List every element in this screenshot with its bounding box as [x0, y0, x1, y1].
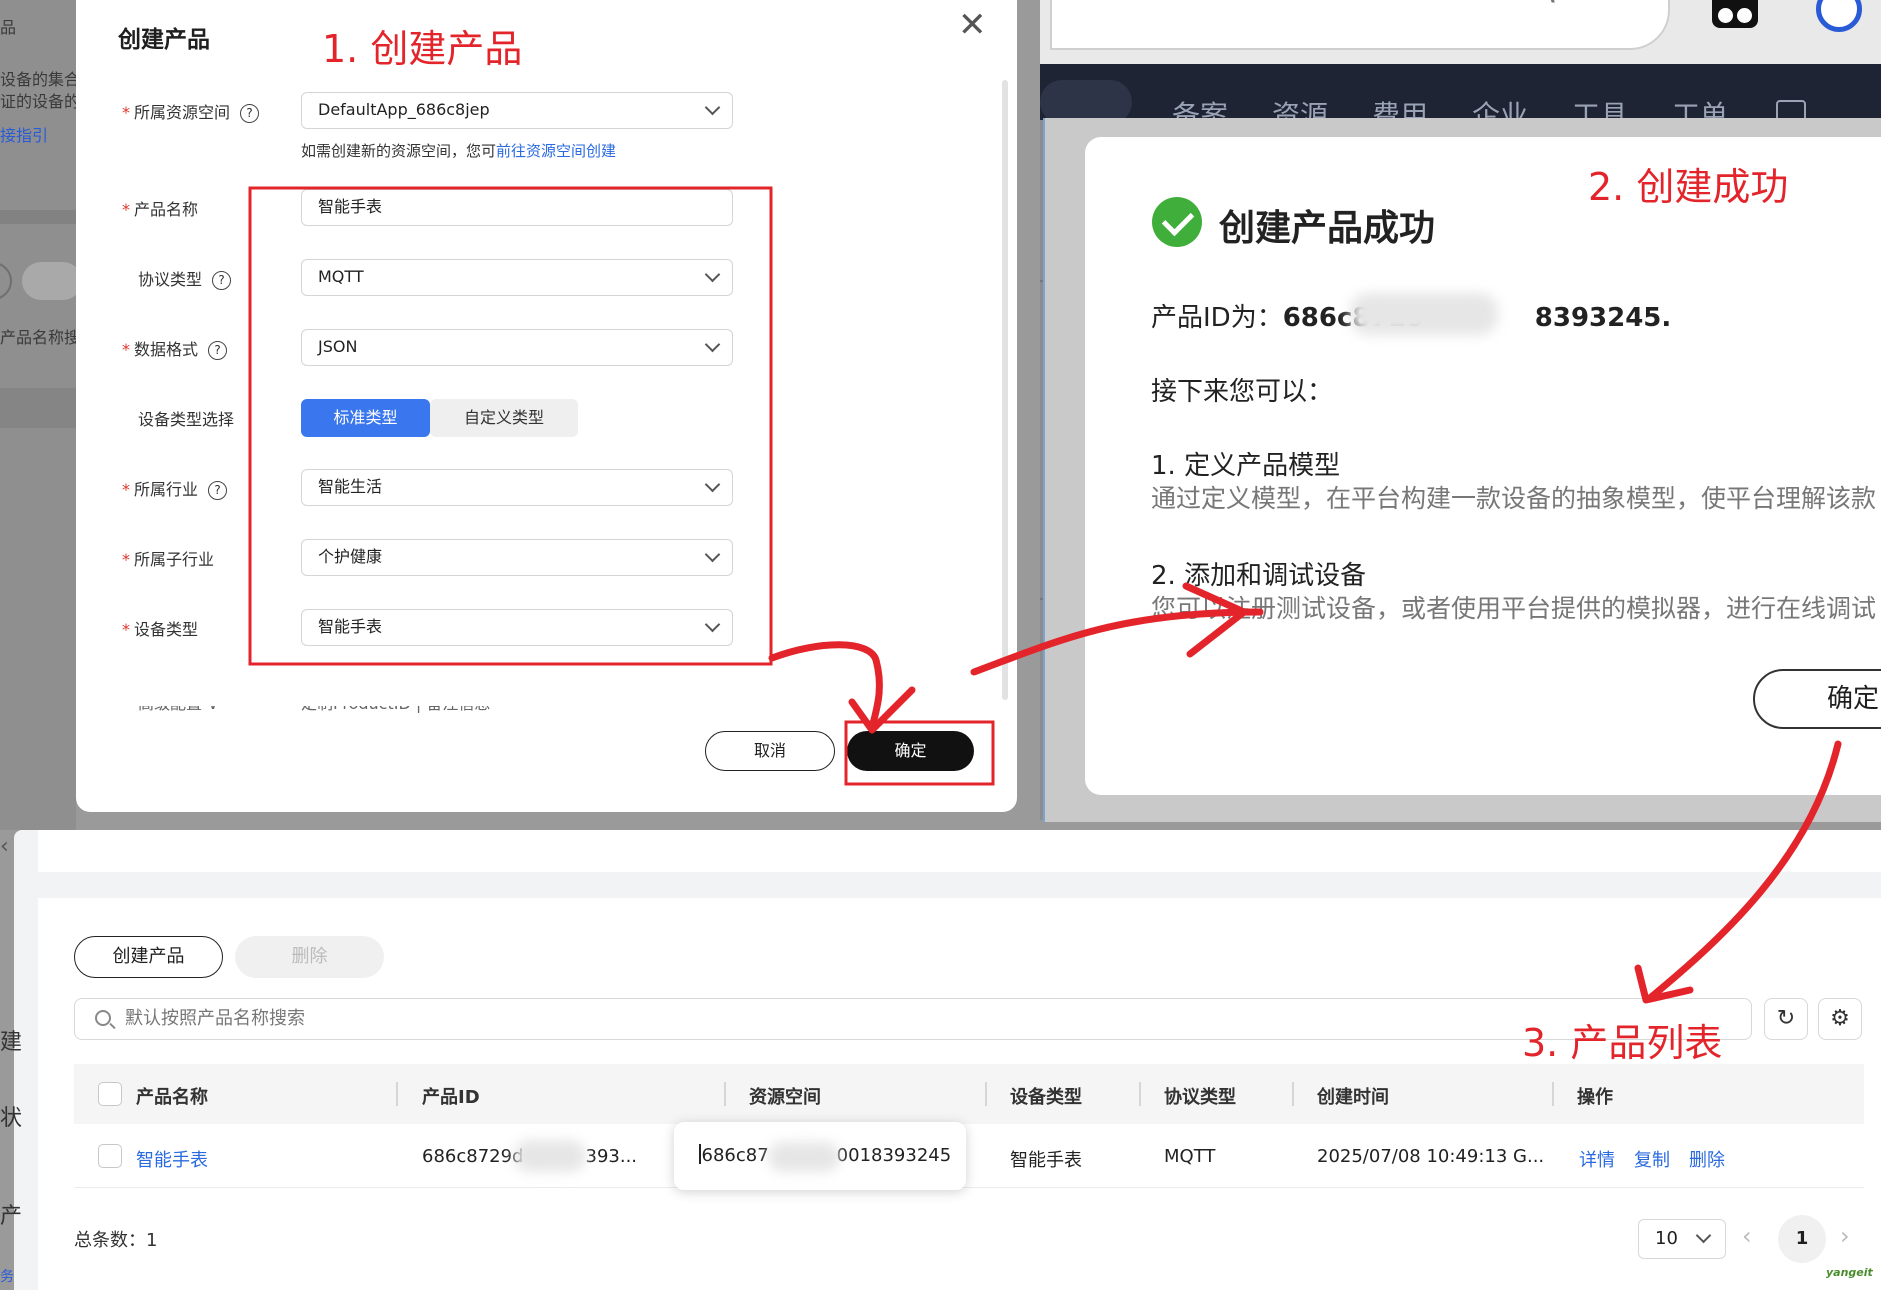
annotation-layer: 1. 创建产品 2. 创建成功 3. 产品列表 [248, 27, 1842, 1065]
annotation-step-3: 3. 产品列表 [1522, 1021, 1722, 1065]
annotation-step-2: 2. 创建成功 [1588, 165, 1788, 209]
arrow-to-success [970, 608, 1264, 676]
arrow-to-list [1646, 740, 1842, 1002]
annotation-step-1: 1. 创建产品 [322, 27, 522, 71]
highlight-box-confirm [844, 720, 995, 786]
arrow-head [1182, 582, 1248, 658]
highlight-box-form [248, 186, 773, 666]
